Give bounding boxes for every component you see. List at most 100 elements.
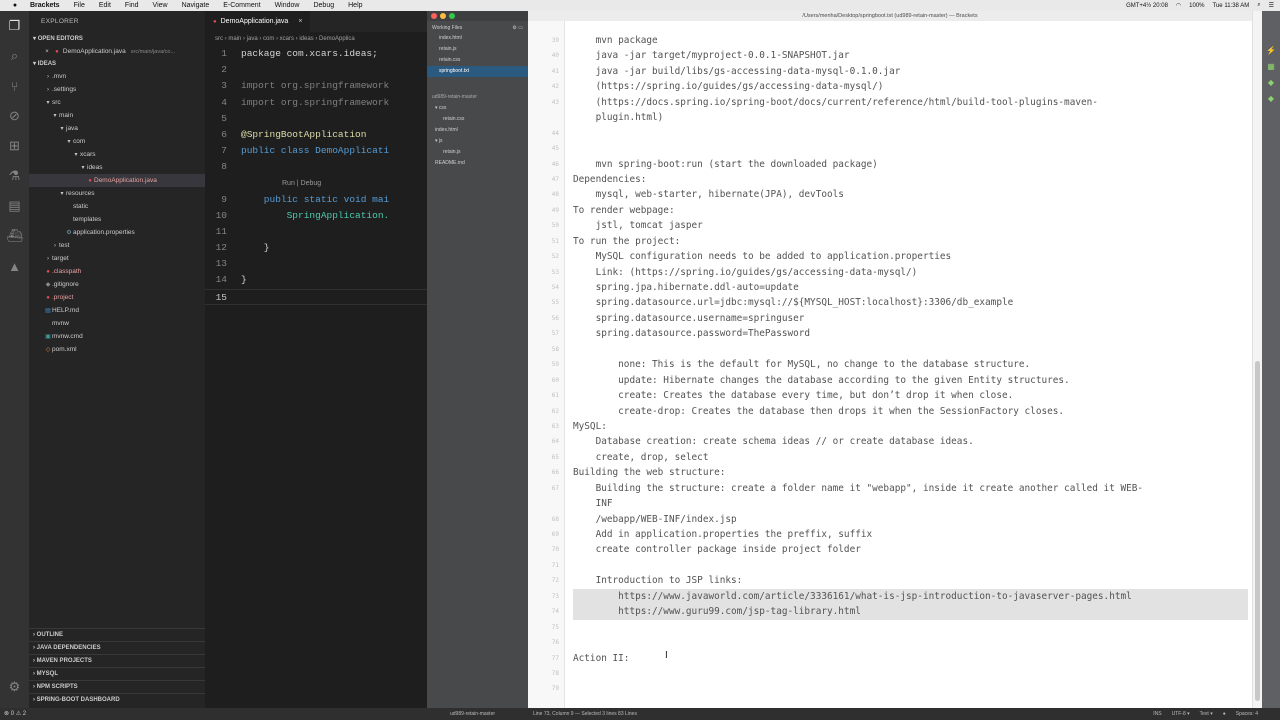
extension-icon[interactable]: ◆: [1262, 91, 1280, 107]
menu-edit[interactable]: Edit: [99, 2, 111, 9]
tree-item[interactable]: ▾ src: [29, 96, 205, 109]
tree-item[interactable]: ▾ ideas: [29, 161, 205, 174]
menu-help[interactable]: Help: [348, 2, 362, 9]
tree-item[interactable]: ▾ com: [29, 135, 205, 148]
menu-window[interactable]: Window: [275, 2, 300, 9]
line-text: create: Creates the database every time,…: [573, 390, 1014, 402]
debug-icon[interactable]: ⊘: [0, 101, 29, 131]
minimize-window-button[interactable]: [440, 13, 446, 19]
zoom-window-button[interactable]: [449, 13, 455, 19]
test-icon[interactable]: ⚗: [0, 161, 29, 191]
tree-item[interactable]: ▾ java: [29, 122, 205, 135]
tree-item[interactable]: ● .classpath: [29, 265, 205, 278]
line-text: jstl, tomcat jasper: [573, 220, 703, 232]
tree-item[interactable]: › .settings: [29, 83, 205, 96]
menu-find[interactable]: Find: [125, 2, 139, 9]
scroll-thumb[interactable]: [1255, 361, 1260, 701]
explorer-icon[interactable]: ❐: [0, 11, 29, 41]
apple-icon[interactable]: ●: [10, 2, 20, 9]
encoding-select[interactable]: UTF-8 ▾: [1172, 708, 1190, 720]
line-number: 63: [551, 422, 559, 430]
language-select[interactable]: Text ▾: [1200, 708, 1213, 720]
project-tree-item[interactable]: README.md: [427, 158, 528, 169]
menu-file[interactable]: File: [74, 2, 85, 9]
mysql-section[interactable]: › MYSQL: [29, 667, 205, 680]
project-tree-item[interactable]: index.html: [427, 125, 528, 136]
open-editor-item[interactable]: × ● DemoApplication.java src/main/java/c…: [29, 45, 205, 58]
vertical-scrollbar[interactable]: [1252, 11, 1262, 708]
database-icon[interactable]: ▤: [0, 191, 29, 221]
tree-item[interactable]: ▾ xcars: [29, 148, 205, 161]
close-icon[interactable]: ×: [298, 18, 302, 25]
line-number: 66: [551, 469, 559, 477]
project-tree-item[interactable]: ▾ js: [427, 136, 528, 147]
tree-item[interactable]: ▣mvnw.cmd: [29, 330, 205, 343]
working-file-item-active[interactable]: springboot.txt: [427, 66, 528, 77]
line-number: 52: [551, 253, 559, 261]
wifi-icon[interactable]: ◠: [1176, 2, 1181, 9]
code-area[interactable]: 1 package com.xcars.ideas; 2 3 import org.…: [205, 46, 427, 305]
indent-setting[interactable]: Spaces: 4: [1236, 708, 1258, 720]
tree-item[interactable]: › test: [29, 239, 205, 252]
tree-item[interactable]: ⚙application.properties: [29, 226, 205, 239]
search-icon[interactable]: ⌕: [0, 41, 29, 71]
text-line: 40 java -jar target/myproject-0.0.1-SNAP…: [528, 48, 1252, 63]
settings-gear-icon[interactable]: ⚙: [0, 672, 29, 702]
java-dependencies-section[interactable]: › JAVA DEPENDENCIES: [29, 641, 205, 654]
menu-navigate[interactable]: Navigate: [182, 2, 210, 9]
live-preview-icon[interactable]: ⚡: [1262, 43, 1280, 59]
source-control-icon[interactable]: ⑂: [0, 71, 29, 101]
open-editors-header[interactable]: ▾ OPEN EDITORS: [29, 33, 205, 45]
split-view-icon[interactable]: ⚙ ▭: [512, 25, 523, 31]
tree-item[interactable]: ▾ main: [29, 109, 205, 122]
outline-section[interactable]: › OUTLINE: [29, 628, 205, 641]
tree-item[interactable]: mvnw: [29, 317, 205, 330]
close-window-button[interactable]: [431, 13, 437, 19]
project-tree-item[interactable]: retain.css: [427, 114, 528, 125]
tree-item[interactable]: ● DemoApplication.java: [29, 174, 205, 187]
linter-status-icon[interactable]: ●: [1223, 708, 1226, 720]
clock[interactable]: Tue 11:38 AM: [1213, 3, 1250, 9]
cursor-position[interactable]: Line 73, Column 9 — Selected 3 lines 83 …: [533, 708, 637, 720]
spring-boot-dashboard-section[interactable]: › SPRING-BOOT DASHBOARD: [29, 693, 205, 706]
search-icon[interactable]: ⌕: [1257, 2, 1260, 9]
menu-ecomment[interactable]: E-Comment: [223, 2, 260, 9]
remote-icon[interactable]: ▲: [0, 251, 29, 281]
close-icon[interactable]: ×: [43, 46, 51, 58]
working-file-item[interactable]: index.html: [427, 33, 528, 44]
world-clock[interactable]: GMT+4½ 20:08: [1126, 3, 1168, 9]
tree-item[interactable]: ◇ pom.xml: [29, 343, 205, 356]
project-tree-item[interactable]: ▾ css: [427, 103, 528, 114]
tree-item[interactable]: templates: [29, 213, 205, 226]
tree-item[interactable]: › target: [29, 252, 205, 265]
project-tree-item[interactable]: retain.js: [427, 147, 528, 158]
tree-item[interactable]: ▾ resources: [29, 187, 205, 200]
tree-item[interactable]: ◆ .gitignore: [29, 278, 205, 291]
menu-debug[interactable]: Debug: [313, 2, 334, 9]
tree-item[interactable]: static: [29, 200, 205, 213]
extension-icon[interactable]: ◆: [1262, 75, 1280, 91]
battery-label[interactable]: 100%: [1189, 3, 1204, 9]
menu-view[interactable]: View: [153, 2, 168, 9]
breadcrumb[interactable]: src › main › java › com › xcars › ideas …: [205, 32, 427, 46]
text-area[interactable]: 39 mvn package 40 java -jar target/myproj…: [528, 33, 1252, 697]
npm-scripts-section[interactable]: › NPM SCRIPTS: [29, 680, 205, 693]
brackets-editor[interactable]: /Users/menha/Desktop/springboot.txt (ud9…: [528, 11, 1252, 708]
codelens-run-debug[interactable]: Run | Debug: [205, 176, 427, 192]
extension-manager-icon[interactable]: ▦: [1262, 59, 1280, 75]
problems-indicator[interactable]: ⊗ 0 ⚠ 2: [4, 708, 26, 720]
menu-list-icon[interactable]: ☰: [1269, 2, 1274, 9]
working-file-item[interactable]: retain.css: [427, 55, 528, 66]
tree-item[interactable]: ▤HELP.md: [29, 304, 205, 317]
tab-demo-application[interactable]: ● DemoApplication.java ×: [205, 11, 311, 32]
working-file-item[interactable]: retain.js: [427, 44, 528, 55]
maven-projects-section[interactable]: › MAVEN PROJECTS: [29, 654, 205, 667]
docker-icon[interactable]: ⛴: [0, 221, 29, 251]
project-header[interactable]: ▾ IDEAS: [29, 58, 205, 70]
insert-mode[interactable]: INS: [1153, 708, 1161, 720]
project-dropdown[interactable]: ud989-retain-master: [427, 91, 528, 103]
menu-app[interactable]: Brackets: [30, 2, 60, 9]
tree-item[interactable]: ● .project: [29, 291, 205, 304]
tree-item[interactable]: › .mvn: [29, 70, 205, 83]
extensions-icon[interactable]: ⊞: [0, 131, 29, 161]
